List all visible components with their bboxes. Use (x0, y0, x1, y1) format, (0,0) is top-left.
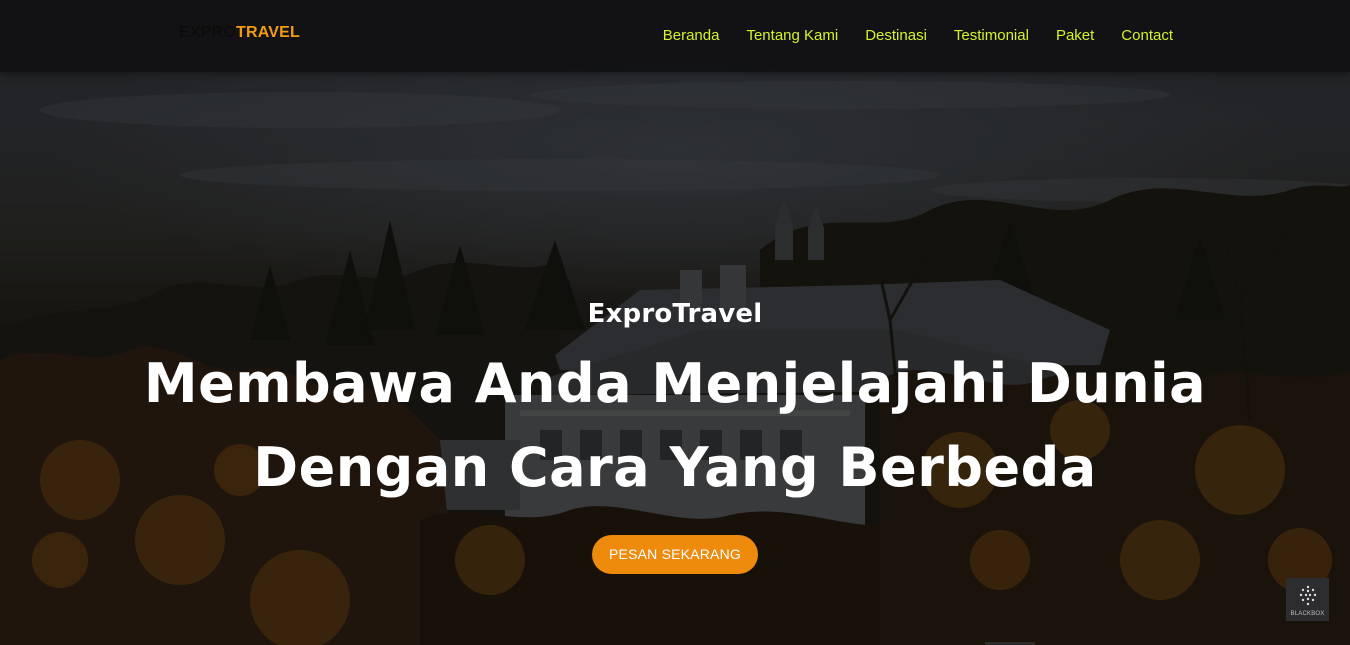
blackbox-label: BLACKBOX (1290, 611, 1325, 617)
brand-logo-part1: EXPRO (179, 24, 237, 41)
nav-link-testimonial[interactable]: Testimonial (954, 27, 1029, 44)
nav-link-beranda[interactable]: Beranda (663, 27, 720, 44)
blackbox-logo-icon (1299, 585, 1316, 606)
brand-logo-part2: TRAVEL (236, 24, 301, 41)
book-now-button[interactable]: PESAN SEKARANG (592, 535, 758, 574)
hero-title: Membawa Anda Menjelajahi Dunia Dengan Ca… (143, 352, 1207, 499)
hero-section: ExproTravel Membawa Anda Menjelajahi Dun… (0, 296, 1350, 574)
hero-subtitle: ExproTravel (587, 299, 763, 329)
nav-link-paket[interactable]: Paket (1056, 27, 1094, 44)
brand-logo[interactable]: EXPROTRAVEL (179, 24, 300, 42)
blackbox-widget[interactable]: BLACKBOX (1286, 578, 1329, 621)
navbar: EXPROTRAVEL Beranda Tentang Kami Destina… (0, 0, 1350, 72)
nav-link-tentang-kami[interactable]: Tentang Kami (746, 27, 838, 44)
nav-link-contact[interactable]: Contact (1121, 27, 1173, 44)
nav-menu: Beranda Tentang Kami Destinasi Testimoni… (663, 25, 1173, 44)
nav-link-destinasi[interactable]: Destinasi (865, 27, 927, 44)
